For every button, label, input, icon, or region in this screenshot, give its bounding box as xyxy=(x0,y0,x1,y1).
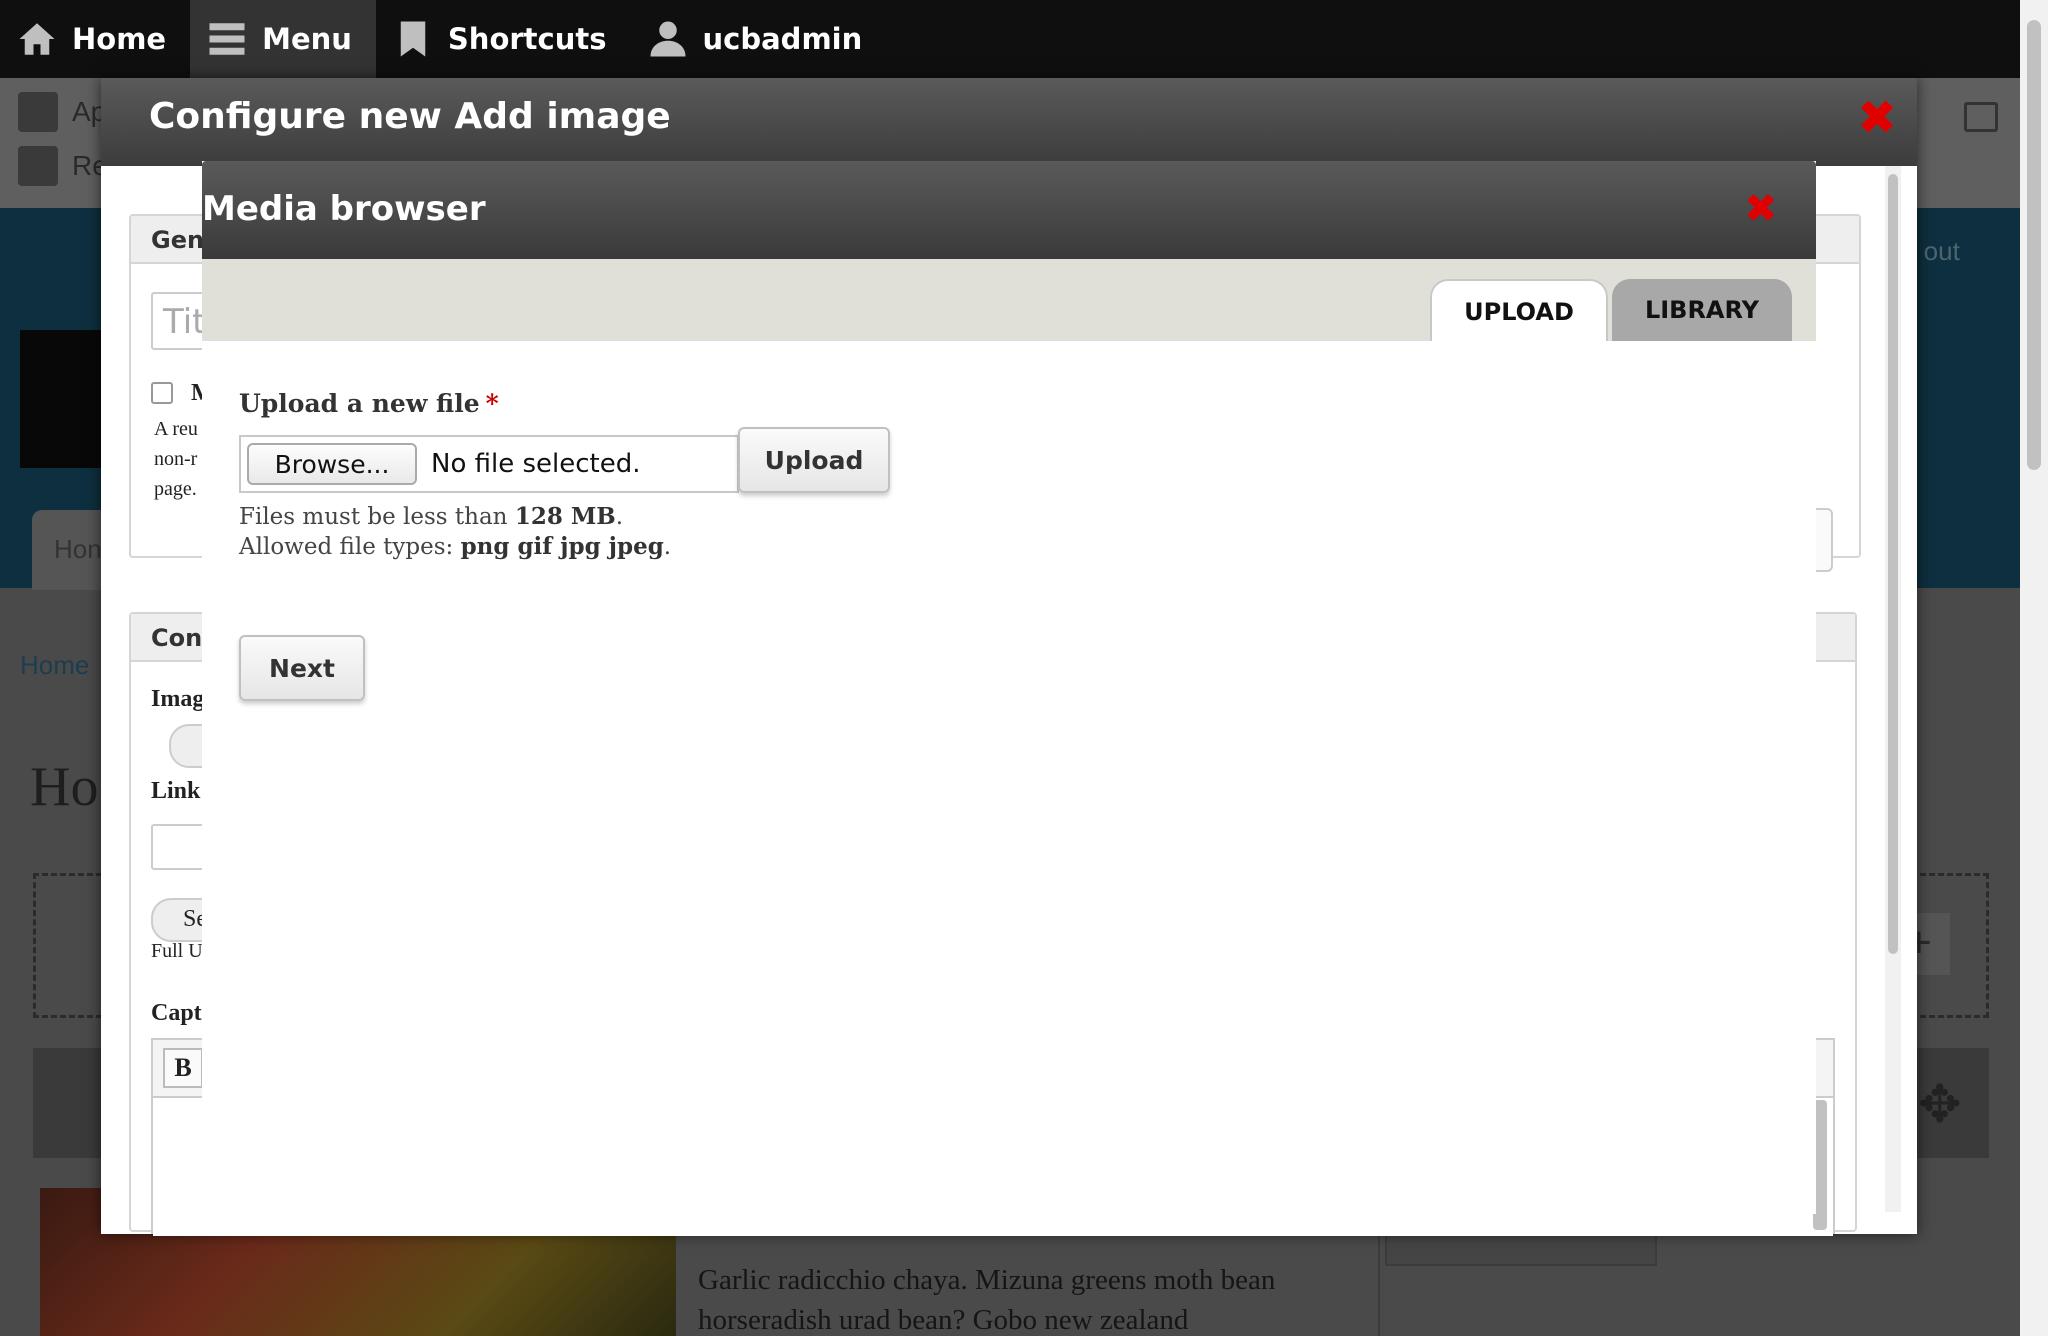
tray-orientation-icon xyxy=(1964,102,1998,132)
file-status: No file selected. xyxy=(431,449,641,479)
toolbar-menu-label: Menu xyxy=(262,22,352,56)
toolbar-shortcuts[interactable]: Shortcuts xyxy=(376,0,631,78)
page-title: Ho xyxy=(30,756,99,818)
configure-dialog-scrollbar-thumb[interactable] xyxy=(1888,174,1898,954)
next-button[interactable]: Next xyxy=(239,635,365,701)
page-scrollbar-thumb[interactable] xyxy=(2027,20,2041,470)
file-size-help: Files must be less than 128 MB. xyxy=(239,503,624,530)
tray-item-appearance: Ap xyxy=(18,92,106,132)
file-input[interactable]: Browse... No file selected. xyxy=(239,435,739,493)
toolbar-home[interactable]: Home xyxy=(0,0,190,78)
caption-label: Capt xyxy=(151,1000,202,1026)
configure-dialog-scrollbar[interactable] xyxy=(1885,166,1901,1212)
media-browser-tabs: UPLOAD LIBRARY xyxy=(202,259,1816,341)
toolbar-home-label: Home xyxy=(72,22,167,56)
user-icon xyxy=(650,21,686,57)
reports-icon xyxy=(18,146,58,186)
image-label: Imag xyxy=(151,686,205,712)
toolbar-menu[interactable]: Menu xyxy=(190,0,376,78)
page-scrollbar[interactable] xyxy=(2020,0,2048,1336)
configure-dialog-close-icon[interactable]: ✖ xyxy=(1857,94,1897,142)
home-icon xyxy=(19,23,55,55)
media-browser-close-icon[interactable]: ✖ xyxy=(1744,189,1778,229)
toolbar-user[interactable]: ucbadmin xyxy=(631,0,887,78)
wrench-icon xyxy=(18,92,58,132)
media-browser-header: Media browser ✖ xyxy=(202,161,1816,259)
title-placeholder: Tit xyxy=(163,302,206,342)
site-logo xyxy=(20,330,110,468)
background-paragraph: Garlic radicchio chaya. Mizuna greens mo… xyxy=(698,1264,1276,1336)
tray-item-reports: Re xyxy=(18,146,108,186)
link-label: Link xyxy=(151,778,201,804)
move-icon: ✥ xyxy=(1918,1076,1962,1134)
admin-toolbar: Home Menu Shortcuts ucbadmin xyxy=(0,0,2020,78)
tab-upload[interactable]: UPLOAD xyxy=(1430,279,1608,341)
file-types-help: Allowed file types: png gif jpg jpeg. xyxy=(239,533,672,560)
reusable-checkbox[interactable] xyxy=(151,382,173,404)
toolbar-shortcuts-label: Shortcuts xyxy=(447,22,607,56)
bold-button[interactable]: B xyxy=(163,1048,203,1088)
required-marker: * xyxy=(485,389,499,418)
upload-file-label: Upload a new file * xyxy=(239,389,499,418)
media-browser-title: Media browser xyxy=(202,189,486,229)
browse-button[interactable]: Browse... xyxy=(247,443,417,485)
reusable-help: A reu non-r page. xyxy=(154,418,198,500)
full-url-help: Full U xyxy=(151,940,203,962)
breadcrumb: Home xyxy=(20,650,90,680)
menu-icon xyxy=(209,23,245,55)
upload-button[interactable]: Upload xyxy=(738,427,890,493)
media-browser-dialog: Media browser ✖ UPLOAD LIBRARY Upload a … xyxy=(202,161,1816,1214)
tab-library[interactable]: LIBRARY xyxy=(1612,279,1792,341)
toolbar-user-label: ucbadmin xyxy=(702,22,863,56)
configure-dialog-title: Configure new Add image xyxy=(149,96,671,137)
bookmark-icon xyxy=(400,21,426,57)
configure-dialog-header: Configure new Add image ✖ xyxy=(101,78,1917,166)
